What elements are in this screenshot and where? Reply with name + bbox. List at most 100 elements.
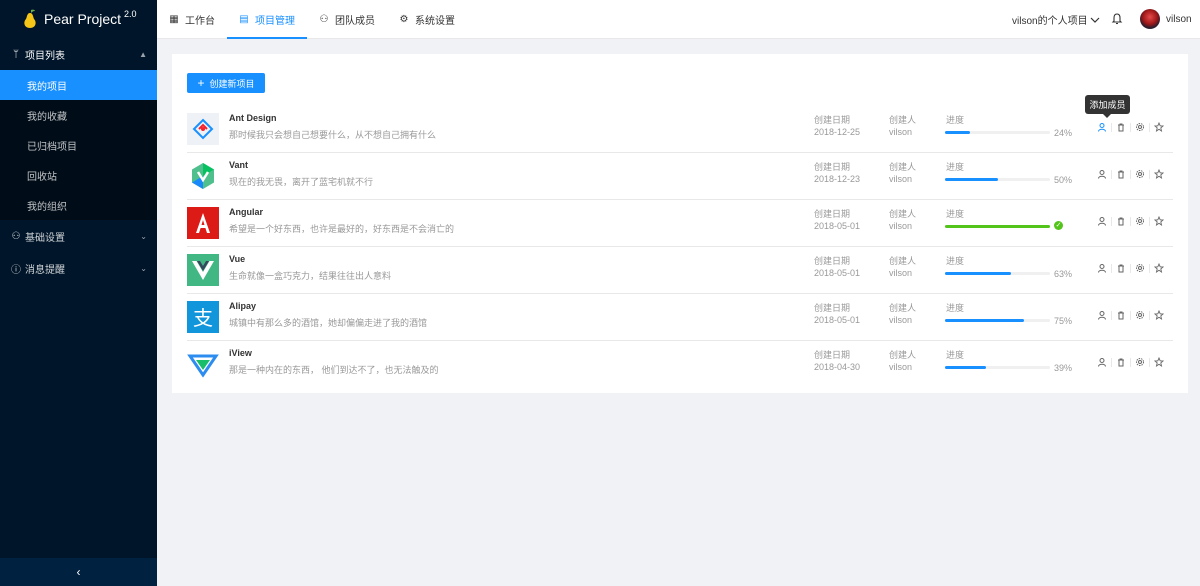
sidebar-group-2[interactable]: ⚇ 基础设置 ⌄ [0,220,157,252]
gear-button[interactable] [1135,216,1145,226]
trash-icon [1118,123,1124,132]
add-member-button[interactable] [1097,357,1107,367]
created-date-value: 2018-12-25 [814,127,861,137]
project-name[interactable]: iView [229,348,252,358]
trash-button[interactable] [1116,122,1126,132]
star-button[interactable] [1154,310,1164,320]
sidebar-group-1[interactable]: ᛘ 项目列表 ▲ [0,38,157,70]
gear-button[interactable] [1135,310,1145,320]
progress-bar [945,131,1050,134]
add-member-button[interactable] [1097,310,1107,320]
trash-button[interactable] [1116,216,1126,226]
table-row[interactable]: Ant Design 那时候我只会想自己想要什么，从不想自己拥有什么 创建日期 201… [187,106,1173,153]
team-icon: ⚇ [319,14,329,25]
created-date-value: 2018-05-01 [814,221,861,231]
gear-icon: ⚙ [399,14,409,25]
creator-label: 创建人 [889,162,917,172]
star-button[interactable] [1154,122,1164,132]
org-name: vilson的个人项目 [1012,16,1088,27]
add-member-button[interactable] [1097,216,1107,226]
star-button[interactable] [1154,357,1164,367]
svg-text:支: 支 [193,306,213,330]
sidebar-group-label: 项目列表 [25,50,65,62]
chevron-left-icon: ‹ [76,565,81,579]
create-project-label: 创建新项目 [209,78,255,89]
project-name[interactable]: Ant Design [229,113,277,123]
gear-button[interactable] [1135,169,1145,179]
star-button[interactable] [1154,216,1164,226]
tab-2[interactable]: ▤ 项目管理 [227,0,307,39]
sidebar-group-label: 基础设置 [25,232,65,244]
gear-button[interactable] [1135,357,1145,367]
collapse-sidebar-button[interactable]: ‹ [0,558,157,586]
divider [1111,216,1112,226]
trash-button[interactable] [1116,263,1126,273]
tab-label: 团队成员 [335,16,375,27]
project-name[interactable]: Alipay [229,301,256,311]
star-button[interactable] [1154,169,1164,179]
add-member-button[interactable] [1097,263,1107,273]
antd-logo [187,113,219,145]
row-actions [1097,262,1164,274]
sidebar-item-2[interactable]: 我的收藏 [0,100,157,130]
project-name[interactable]: Vant [229,160,248,170]
trash-icon [1118,217,1124,226]
dashboard-icon: ▦ [169,14,179,25]
project-desc: 现在的我无畏，离开了蓝宅机就不行 [229,177,374,187]
chevron-down-icon: ⌄ [140,263,147,273]
table-row[interactable]: 支 Alipay 城镇中有那么多的酒馆，她却偏偏走进了我的酒馆 创建日期 2018-05… [187,294,1173,341]
bell-icon[interactable] [1110,12,1124,26]
table-row[interactable]: iView 那是一种内在的东西， 他们到达不了，也无法触及的 创建日期 2018-04… [187,341,1173,388]
project-desc: 城镇中有那么多的酒馆，她却偏偏走进了我的酒馆 [229,318,428,328]
created-date-value: 2018-05-01 [814,268,861,278]
sidebar-menu: ᛘ 项目列表 ▲ 我的项目 我的收藏 已归档项目 回收站 我的组织 ⚇ 基础设置 ⌄ ⓘ 消息提醒 ⌄ [0,38,157,284]
username[interactable]: vilson [1166,0,1192,39]
app-logo[interactable]: Pear Project 2.0 [0,0,157,38]
avatar[interactable] [1140,9,1160,29]
star-button[interactable] [1154,263,1164,273]
creator-value: vilson [889,174,913,184]
gear-button[interactable] [1135,263,1145,273]
trash-button[interactable] [1116,169,1126,179]
tab-3[interactable]: ⚇ 团队成员 [307,0,387,39]
sidebar-item-1[interactable]: 我的项目 [0,70,157,100]
table-row[interactable]: Vue 生命就像一盒巧克力，结果往往出人意料 创建日期 2018-05-01 创建人 vi… [187,247,1173,294]
org-selector[interactable]: vilson的个人项目 [1012,0,1100,39]
tab-1[interactable]: ▦ 工作台 [157,0,227,39]
gear-button[interactable] [1135,122,1145,132]
creator-label: 创建人 [889,303,917,313]
project-name[interactable]: Vue [229,254,245,264]
divider [1130,122,1131,132]
divider [1111,357,1112,367]
project-name[interactable]: Angular [229,207,263,217]
created-date-label: 创建日期 [814,115,851,125]
sidebar-item-3[interactable]: 已归档项目 [0,130,157,160]
table-row[interactable]: Vant 现在的我无畏，离开了蓝宅机就不行 创建日期 2018-12-23 创建人 vil… [187,153,1173,200]
divider [1149,216,1150,226]
alipay-logo: 支 [187,301,219,333]
trash-icon [1118,358,1124,367]
divider [1149,169,1150,179]
sidebar-item-5[interactable]: 我的组织 [0,190,157,220]
add-member-button[interactable] [1097,169,1107,179]
creator-value: vilson [889,127,913,137]
create-project-button[interactable]: + 创建新项目 [187,73,265,93]
check-circle-icon: ✓ [1054,221,1063,230]
row-actions [1097,168,1164,180]
add-member-button[interactable] [1097,122,1107,132]
created-date-label: 创建日期 [814,256,851,266]
trash-button[interactable] [1116,310,1126,320]
gear-icon [1136,358,1144,366]
trash-button[interactable] [1116,357,1126,367]
divider [1130,357,1131,367]
divider [1149,357,1150,367]
pear-logo-icon [24,9,36,28]
top-nav: ▦ 工作台 ▤ 项目管理 ⚇ 团队成员 ⚙ 系统设置 [157,0,467,39]
progress-label: 进度 [946,350,965,360]
sidebar-submenu: 我的项目 我的收藏 已归档项目 回收站 我的组织 [0,70,157,220]
tab-4[interactable]: ⚙ 系统设置 [387,0,467,39]
sidebar-item-4[interactable]: 回收站 [0,160,157,190]
table-row[interactable]: Angular 希望是一个好东西，也许是最好的，好东西是不会消亡的 创建日期 2018… [187,200,1173,247]
sidebar-group-3[interactable]: ⓘ 消息提醒 ⌄ [0,252,157,284]
divider [1149,122,1150,132]
